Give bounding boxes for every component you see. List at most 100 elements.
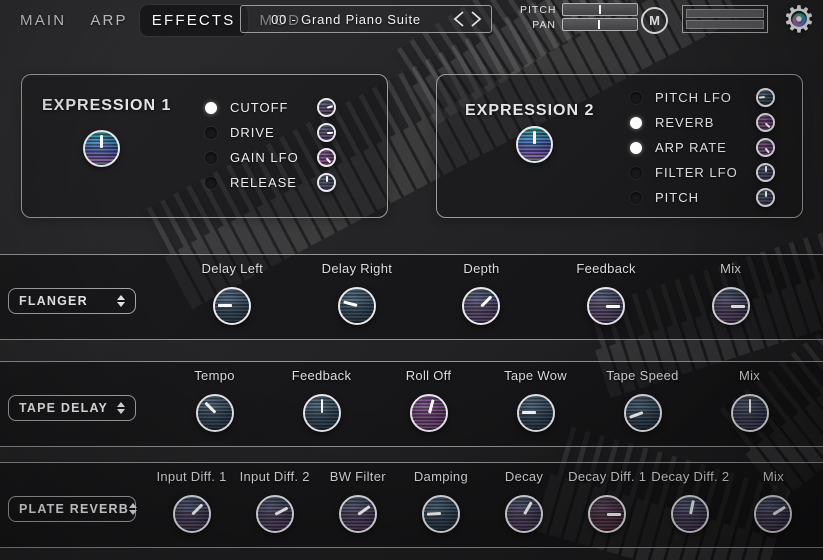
expression-target-filter-lfo: FILTER LFO xyxy=(630,160,775,185)
pan-slider[interactable] xyxy=(562,18,638,31)
effect-slot-2: TAPE DELAY TempoFeedbackRoll OffTape Wow… xyxy=(0,361,823,447)
release-label: RELEASE xyxy=(230,175,317,190)
release-select-dot[interactable] xyxy=(205,177,217,189)
pitch-label: PITCH xyxy=(520,4,556,16)
pitch-lfo-amount-knob[interactable] xyxy=(756,88,775,107)
mix-knob[interactable] xyxy=(731,394,769,432)
feedback-control: Feedback xyxy=(544,262,669,335)
tempo-knob[interactable] xyxy=(196,394,234,432)
mix-control: Mix xyxy=(732,470,815,543)
up-down-arrows-icon xyxy=(117,402,125,414)
delay-left-control: Delay Left xyxy=(170,262,295,335)
expression-1-panel: EXPRESSION 1 CUTOFFDRIVEGAIN LFORELEASE xyxy=(21,74,388,218)
delay-right-control: Delay Right xyxy=(295,262,420,335)
mix-control: Mix xyxy=(668,262,793,335)
filter-lfo-select-dot[interactable] xyxy=(630,167,642,179)
release-amount-knob[interactable] xyxy=(317,173,336,192)
depth-control: Depth xyxy=(419,262,544,335)
drive-label: DRIVE xyxy=(230,125,317,140)
tab-arp[interactable]: ARP xyxy=(78,5,139,36)
expression-2-knob[interactable] xyxy=(516,126,553,163)
drive-select-dot[interactable] xyxy=(205,127,217,139)
effect-select-label: FLANGER xyxy=(19,294,117,308)
delay-left-knob[interactable] xyxy=(213,287,251,325)
tempo-control: Tempo xyxy=(161,369,268,442)
roll-off-label: Roll Off xyxy=(406,369,452,383)
decay-diff-1-label: Decay Diff. 1 xyxy=(568,470,646,484)
output-meter xyxy=(682,5,768,33)
roll-off-knob[interactable] xyxy=(410,394,448,432)
input-diff-1-knob[interactable] xyxy=(173,495,211,533)
effect-select-flanger[interactable]: FLANGER xyxy=(8,288,136,314)
expression-target-pitch-lfo: PITCH LFO xyxy=(630,85,775,110)
pitch-lfo-select-dot[interactable] xyxy=(630,92,642,104)
gear-icon: ⚙ xyxy=(782,0,815,40)
filter-lfo-amount-knob[interactable] xyxy=(756,163,775,182)
effect-select-tape-delay[interactable]: TAPE DELAY xyxy=(8,395,136,421)
mix-knob[interactable] xyxy=(712,287,750,325)
expression-1-big-knob-holder xyxy=(83,130,120,167)
expression-target-release: RELEASE xyxy=(205,170,336,195)
mix-knob[interactable] xyxy=(754,495,792,533)
tape-wow-knob[interactable] xyxy=(517,394,555,432)
input-diff-2-knob[interactable] xyxy=(256,495,294,533)
feedback-knob[interactable] xyxy=(587,287,625,325)
damping-knob[interactable] xyxy=(422,495,460,533)
effect-slot-3-knobs: Input Diff. 1 Input Diff. 2 BW Filter Dampi… xyxy=(150,470,815,543)
arp-rate-amount-knob[interactable] xyxy=(756,138,775,157)
effect-slot-2-knobs: TempoFeedbackRoll OffTape WowTape SpeedM… xyxy=(161,369,803,442)
expression-1-title: EXPRESSION 1 xyxy=(42,97,171,115)
expression-1-knob[interactable] xyxy=(83,130,120,167)
delay-right-label: Delay Right xyxy=(322,262,393,276)
damping-label: Damping xyxy=(414,470,468,484)
expression-2-panel: EXPRESSION 2 PITCH LFOREVERBARP RATEFILT… xyxy=(436,74,803,218)
effect-slot-1: FLANGER Delay Left Delay Right DepthFeedba… xyxy=(0,254,823,340)
damping-control: Damping xyxy=(399,470,482,543)
preset-selector[interactable]: 00 - Grand Piano Suite xyxy=(240,5,492,33)
drive-amount-knob[interactable] xyxy=(317,123,336,142)
tape-speed-label: Tape Speed xyxy=(606,369,678,383)
pan-slider-handle[interactable] xyxy=(598,20,600,29)
bw-filter-label: BW Filter xyxy=(330,470,386,484)
feedback-label: Feedback xyxy=(292,369,352,383)
pitch-amount-knob[interactable] xyxy=(756,188,775,207)
mono-button[interactable]: M xyxy=(641,7,668,34)
effect-select-plate-reverb[interactable]: PLATE REVERB xyxy=(8,496,136,522)
cutoff-select-dot[interactable] xyxy=(205,102,217,114)
tab-main[interactable]: MAIN xyxy=(8,5,78,36)
decay-diff-1-knob[interactable] xyxy=(588,495,626,533)
settings-button[interactable]: ⚙ xyxy=(779,0,819,40)
bw-filter-control: BW Filter xyxy=(316,470,399,543)
bw-filter-knob[interactable] xyxy=(339,495,377,533)
pitch-slider[interactable] xyxy=(562,3,638,16)
input-diff-1-label: Input Diff. 1 xyxy=(156,470,226,484)
pitch-select-dot[interactable] xyxy=(630,192,642,204)
gain-lfo-select-dot[interactable] xyxy=(205,152,217,164)
decay-diff-2-knob[interactable] xyxy=(671,495,709,533)
pitch-lfo-label: PITCH LFO xyxy=(655,90,756,105)
expression-target-arp-rate: ARP RATE xyxy=(630,135,775,160)
arp-rate-select-dot[interactable] xyxy=(630,142,642,154)
expression-2-targets: PITCH LFOREVERBARP RATEFILTER LFOPITCH xyxy=(630,85,775,210)
depth-knob[interactable] xyxy=(462,287,500,325)
decay-diff-1-control: Decay Diff. 1 xyxy=(566,470,649,543)
decay-knob[interactable] xyxy=(505,495,543,533)
decay-label: Decay xyxy=(505,470,543,484)
tape-speed-knob[interactable] xyxy=(624,394,662,432)
reverb-select-dot[interactable] xyxy=(630,117,642,129)
tempo-label: Tempo xyxy=(194,369,235,383)
chevron-left-icon[interactable] xyxy=(451,9,467,29)
input-diff-2-control: Input Diff. 2 xyxy=(233,470,316,543)
decay-diff-2-label: Decay Diff. 2 xyxy=(651,470,729,484)
reverb-amount-knob[interactable] xyxy=(756,113,775,132)
gain-lfo-amount-knob[interactable] xyxy=(317,148,336,167)
tab-effects[interactable]: EFFECTS xyxy=(140,5,248,36)
chevron-right-icon[interactable] xyxy=(468,9,484,29)
input-diff-1-control: Input Diff. 1 xyxy=(150,470,233,543)
feedback-knob[interactable] xyxy=(303,394,341,432)
effect-select-label: TAPE DELAY xyxy=(19,401,117,415)
cutoff-amount-knob[interactable] xyxy=(317,98,336,117)
pitch-slider-handle[interactable] xyxy=(599,5,601,14)
delay-right-knob[interactable] xyxy=(338,287,376,325)
pan-label: PAN xyxy=(520,19,556,31)
